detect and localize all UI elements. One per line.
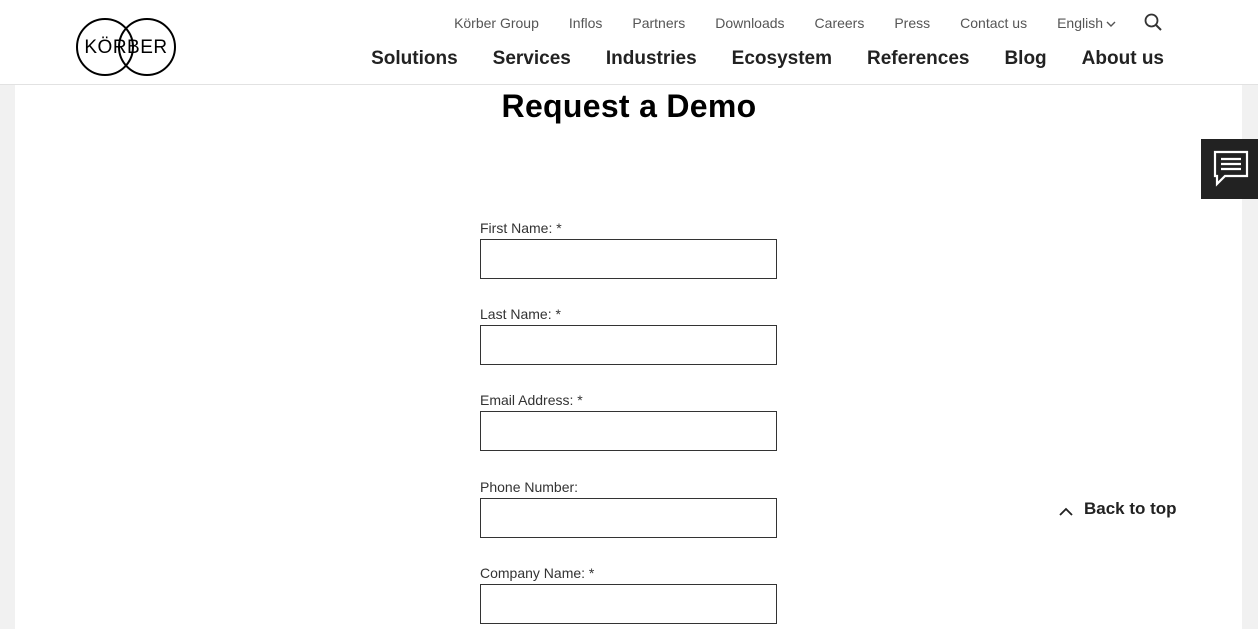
phone-label: Phone Number: [480,479,579,495]
nav-solutions[interactable]: Solutions [371,48,458,70]
phone-input[interactable] [480,498,777,538]
site-header: KÖRBER Körber Group Inflos Partners Down… [0,0,1258,85]
nav-industries[interactable]: Industries [606,48,697,70]
language-label: English [1057,15,1103,31]
email-input[interactable] [480,411,777,451]
first-name-input[interactable] [480,239,777,279]
utility-nav: Körber Group Inflos Partners Downloads C… [454,13,1164,33]
nav-blog[interactable]: Blog [1004,48,1046,70]
nav-downloads[interactable]: Downloads [715,15,784,31]
nav-careers[interactable]: Careers [815,15,865,31]
company-field: Company Name: * [480,563,778,624]
nav-korber-group[interactable]: Körber Group [454,15,539,31]
search-icon[interactable] [1144,13,1162,31]
nav-inflos[interactable]: Inflos [569,15,602,31]
nav-about-us[interactable]: About us [1082,48,1164,70]
email-field: Email Address: * [480,390,778,451]
chat-icon [1213,150,1249,187]
nav-partners[interactable]: Partners [632,15,685,31]
back-to-top-label: Back to top [1084,499,1177,518]
nav-references[interactable]: References [867,48,969,70]
chevron-up-icon [1059,507,1073,516]
logo-text: KÖRBER [84,37,168,58]
company-label: Company Name: * [480,565,595,581]
email-label: Email Address: * [480,392,583,408]
nav-services[interactable]: Services [493,48,571,70]
first-name-field: First Name: * [480,218,778,279]
chat-button[interactable] [1201,139,1258,199]
page-title: Request a Demo [501,88,757,124]
company-input[interactable] [480,584,777,624]
last-name-input[interactable] [480,325,777,365]
nav-ecosystem[interactable]: Ecosystem [732,48,832,70]
last-name-label: Last Name: * [480,306,561,322]
first-name-label: First Name: * [480,220,562,236]
chevron-down-icon [1106,21,1116,27]
language-selector[interactable]: English [1057,15,1116,31]
main-nav: Solutions Services Industries Ecosystem … [371,48,1164,70]
demo-request-form: First Name: * Last Name: * Email Address… [480,218,778,624]
korber-logo[interactable]: KÖRBER [76,17,176,77]
phone-field: Phone Number: [480,477,778,538]
nav-press[interactable]: Press [894,15,930,31]
back-to-top-button[interactable]: Back to top [1058,498,1177,520]
nav-contact-us[interactable]: Contact us [960,15,1027,31]
last-name-field: Last Name: * [480,304,778,365]
